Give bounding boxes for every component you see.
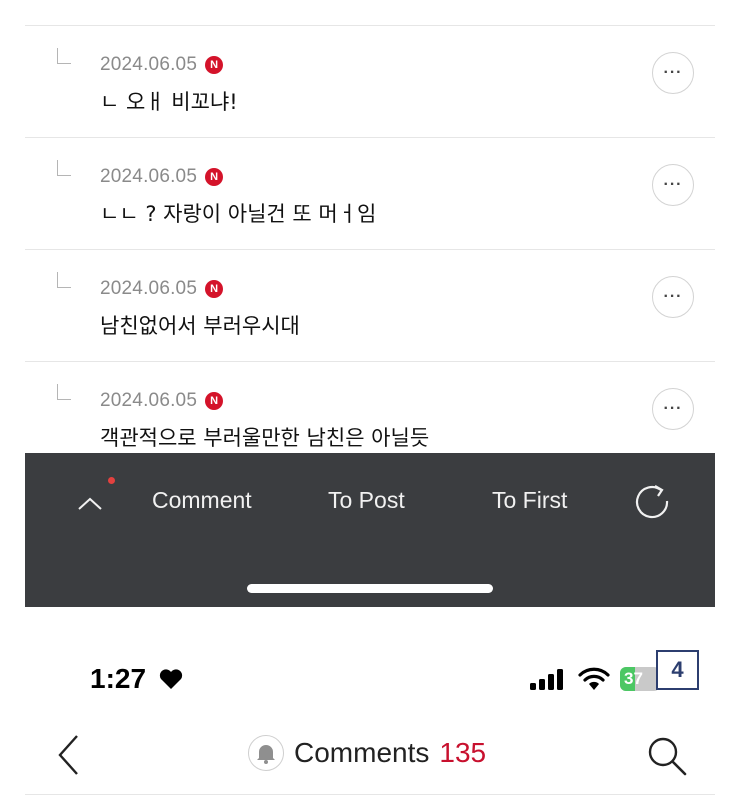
battery-percent: 37 — [624, 669, 643, 688]
reply-arrow-icon — [57, 384, 71, 400]
comment-date: 2024.06.05 — [100, 390, 198, 411]
comment-item: 2024.06.05 N ㄴ 오ㅐ 비꼬냐! ··· — [25, 26, 715, 138]
comment-meta: 2024.06.05 N — [100, 166, 224, 188]
chevron-up-icon[interactable] — [75, 489, 105, 519]
page-title-label: Comments — [294, 737, 430, 768]
comment-item: 2024.06.05 N ㄴㄴ ? 자랑이 아닐건 또 머ㅓ임 ··· — [25, 138, 715, 250]
battery-indicator: 37 — [620, 667, 660, 691]
divider — [25, 794, 715, 795]
new-badge: N — [205, 56, 224, 74]
more-options-button[interactable]: ··· — [652, 388, 694, 430]
comment-date: 2024.06.05 — [100, 278, 198, 299]
search-icon[interactable] — [646, 735, 688, 777]
wifi-icon — [578, 667, 610, 690]
comment-text: 남친없어서 부러우시대 — [100, 314, 300, 338]
comment-date: 2024.06.05 — [100, 166, 198, 187]
refresh-icon[interactable] — [631, 481, 675, 525]
notification-toggle[interactable] — [248, 735, 284, 771]
comment-text: ㄴㄴ ? 자랑이 아닐건 또 머ㅓ임 — [100, 202, 377, 226]
status-bar: 1:27 37 4 — [0, 650, 740, 710]
notification-dot — [108, 477, 115, 484]
comment-text: ㄴ 오ㅐ 비꼬냐! — [100, 90, 238, 114]
comment-text: 객관적으로 부러울만한 남친은 아닐듯 — [100, 426, 430, 450]
to-first-button[interactable]: To First — [492, 487, 567, 514]
reply-arrow-icon — [57, 48, 71, 64]
comment-meta: 2024.06.05 N — [100, 54, 224, 76]
home-indicator[interactable] — [247, 584, 493, 593]
comment-button[interactable]: Comment — [152, 487, 252, 514]
overlay-number-badge: 4 — [656, 650, 699, 690]
comment-item: 2024.06.05 N 남친없어서 부러우시대 ··· — [25, 250, 715, 362]
bell-icon — [257, 745, 275, 764]
comment-meta: 2024.06.05 N — [100, 278, 224, 300]
reply-arrow-icon — [57, 272, 71, 288]
comment-list: 2024.06.05 N ㄴ 오ㅐ 비꼬냐! ··· 2024.06.05 N … — [25, 0, 715, 453]
new-badge: N — [205, 392, 224, 410]
navigation-bar: Comments 135 — [0, 715, 740, 801]
comment-item: 2024.06.05 N 객관적으로 부러울만한 남친은 아닐듯 ··· — [25, 362, 715, 453]
more-options-button[interactable]: ··· — [652, 52, 694, 94]
more-options-button[interactable]: ··· — [652, 164, 694, 206]
new-badge: N — [205, 280, 224, 298]
reply-arrow-icon — [57, 160, 71, 176]
to-post-button[interactable]: To Post — [328, 487, 405, 514]
bottom-toolbar: Comment To Post To First — [25, 453, 715, 607]
comment-date: 2024.06.05 — [100, 54, 198, 75]
cellular-signal-icon — [530, 669, 563, 690]
more-options-button[interactable]: ··· — [652, 276, 694, 318]
page-title: Comments 135 — [248, 735, 486, 771]
new-badge: N — [205, 168, 224, 186]
heart-icon — [159, 669, 183, 689]
comment-meta: 2024.06.05 N — [100, 390, 224, 412]
back-arrow-icon[interactable] — [55, 733, 85, 777]
comment-count: 135 — [439, 737, 487, 768]
status-time: 1:27 — [90, 663, 147, 694]
screen: 2024.06.05 N ㄴ 오ㅐ 비꼬냐! ··· 2024.06.05 N … — [0, 0, 740, 801]
